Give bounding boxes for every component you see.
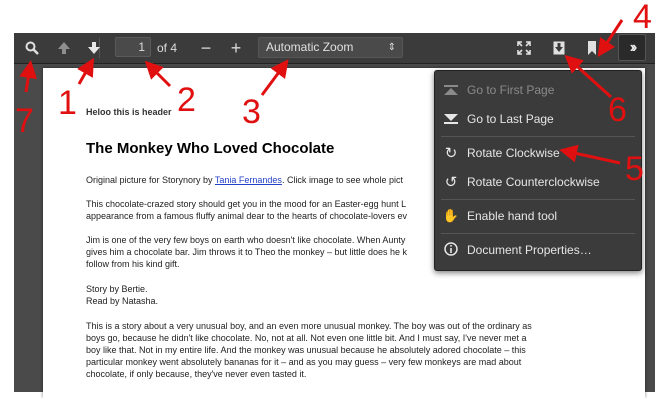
menu-separator xyxy=(441,233,635,234)
rotate-counterclockwise-icon: ↺ xyxy=(444,174,458,191)
arrow-up-icon xyxy=(58,42,70,54)
download-icon xyxy=(553,41,565,55)
hand-icon: ✋ xyxy=(442,208,460,223)
zoom-value: Automatic Zoom xyxy=(266,40,354,54)
annotation-number-5: 5 xyxy=(625,150,644,188)
page-number-input[interactable]: 1 xyxy=(115,37,151,57)
search-icon xyxy=(25,41,39,55)
intro-text: Original picture for Storynory by xyxy=(86,175,215,185)
zoom-in-button[interactable]: + xyxy=(228,36,244,60)
tools-menu-button[interactable]: ›› xyxy=(618,34,646,61)
menu-item-hand-tool[interactable]: ✋ Enable hand tool xyxy=(435,205,641,227)
text-line: particular monkey went absolutely banana… xyxy=(86,357,522,367)
previous-page-button[interactable] xyxy=(54,36,74,60)
download-button[interactable] xyxy=(549,36,569,60)
next-page-button[interactable] xyxy=(84,36,104,60)
menu-separator xyxy=(441,199,635,200)
intro-text-end: . Click image to see whole pict xyxy=(281,175,403,185)
search-button[interactable] xyxy=(20,36,44,60)
bookmark-icon xyxy=(588,41,596,55)
select-arrows-icon: ⇕ xyxy=(387,42,396,53)
annotation-number-6: 6 xyxy=(608,91,627,129)
paragraph: Story by Bertie. Read by Natasha. xyxy=(86,283,631,307)
bookmark-button[interactable] xyxy=(584,36,600,60)
first-page-icon xyxy=(435,83,467,98)
double-chevron-right-icon: ›› xyxy=(629,38,637,56)
arrow-down-icon xyxy=(88,42,100,54)
plus-icon: + xyxy=(230,37,242,58)
menu-item-rotate-clockwise[interactable]: ↻ Rotate Clockwise xyxy=(435,142,641,164)
menu-item-rotate-counterclockwise[interactable]: ↺ Rotate Counterclockwise xyxy=(435,171,641,193)
menu-separator xyxy=(441,136,635,137)
last-page-icon xyxy=(435,112,467,127)
zoom-out-button[interactable]: − xyxy=(198,36,214,60)
menu-item-document-properties[interactable]: Document Properties… xyxy=(435,239,641,261)
fullscreen-icon xyxy=(517,41,531,55)
text-line: This is a story about a very unusual boy… xyxy=(86,321,532,331)
menu-item-label: Rotate Counterclockwise xyxy=(467,175,600,189)
menu-item-label: Rotate Clockwise xyxy=(467,146,560,160)
menu-item-label: Document Properties… xyxy=(467,243,592,257)
text-line: boys go, because he didn't like chocolat… xyxy=(86,333,527,343)
rotate-clockwise-icon: ↻ xyxy=(444,145,458,162)
document-header: Heloo this is header xyxy=(86,107,172,117)
text-line: Read by Natasha. xyxy=(86,296,159,306)
text-line: boy like that. Not in my entire life. An… xyxy=(86,345,526,355)
minus-icon: − xyxy=(200,37,212,58)
annotation-number-3: 3 xyxy=(242,93,261,131)
presentation-mode-button[interactable] xyxy=(514,36,534,60)
info-icon xyxy=(435,241,467,259)
text-line: Story by Bertie. xyxy=(86,284,148,294)
menu-item-label: Go to Last Page xyxy=(467,112,554,126)
toolbar: 1 of 4 − + Automatic Zoom ⇕ ›› xyxy=(14,33,655,64)
annotation-number-2: 2 xyxy=(177,81,196,119)
zoom-select[interactable]: Automatic Zoom ⇕ xyxy=(258,37,403,58)
annotation-number-7: 7 xyxy=(15,102,34,140)
author-link[interactable]: Tania Fernandes xyxy=(215,175,282,185)
paragraph: This is a story about a very unusual boy… xyxy=(86,320,631,380)
menu-item-label: Go to First Page xyxy=(467,83,555,97)
annotation-number-1: 1 xyxy=(58,84,77,122)
annotation-number-4: 4 xyxy=(633,0,652,36)
page-count: of 4 xyxy=(157,41,178,55)
text-line: chocolate, if only because, they've neve… xyxy=(86,369,307,379)
menu-item-label: Enable hand tool xyxy=(467,209,558,223)
document-title: The Monkey Who Loved Chocolate xyxy=(86,140,335,157)
